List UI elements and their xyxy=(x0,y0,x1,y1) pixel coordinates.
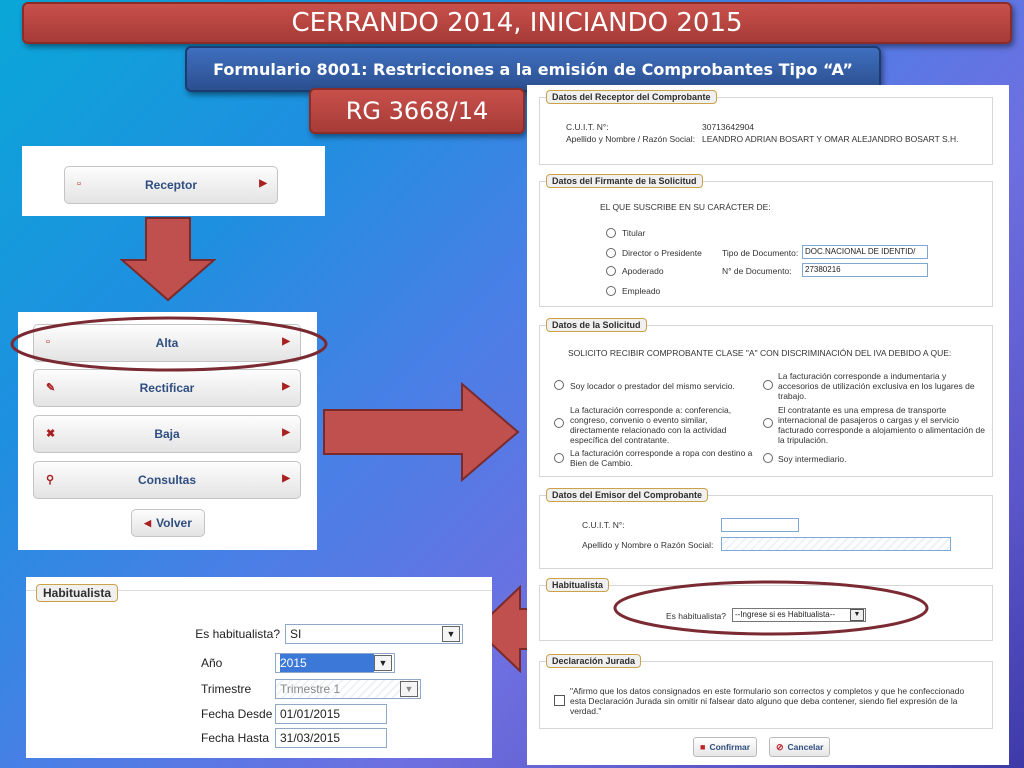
rectificar-button[interactable]: ✎ Rectificar ▶ xyxy=(33,369,301,407)
tipo-doc-label: Tipo de Documento: xyxy=(722,248,799,258)
opt3-radio[interactable] xyxy=(554,418,564,428)
baja-button[interactable]: ✖ Baja ▶ xyxy=(33,415,301,453)
receptor-button-label: Receptor xyxy=(144,178,197,192)
document-icon: ▫ xyxy=(77,178,81,190)
habitualista-panel: Habitualista Es habitualista? SI ▼ Año 2… xyxy=(26,577,492,758)
receptor-fieldset: Datos del Receptor del Comprobante C.U.I… xyxy=(539,90,993,165)
es-habitualista-label: Es habitualista? xyxy=(195,627,280,641)
right-arrow xyxy=(323,382,520,482)
anio-label: Año xyxy=(201,656,223,670)
receptor-nombre-label: Apellido y Nombre / Razón Social: xyxy=(566,134,695,144)
opt4-label: El contratante es una empresa de transpo… xyxy=(778,405,985,445)
confirmar-label: Confirmar xyxy=(709,742,751,752)
opt2-label: La facturación corresponde a indumentari… xyxy=(778,371,975,401)
director-radio[interactable] xyxy=(606,248,616,258)
chevron-down-icon: ▼ xyxy=(442,626,460,642)
consultas-label: Consultas xyxy=(137,473,196,487)
opt4-radio[interactable] xyxy=(763,418,773,428)
emisor-cuit-label: C.U.I.T. N°: xyxy=(582,520,625,530)
habitualista-form-legend: Habitualista xyxy=(546,578,610,592)
emisor-fieldset: Datos del Emisor del Comprobante C.U.I.T… xyxy=(539,488,993,569)
save-icon: ■ xyxy=(700,742,706,752)
habitualista-legend: Habitualista xyxy=(36,584,119,602)
opt6-radio[interactable] xyxy=(763,453,773,463)
opt5-label: La facturación corresponde a ropa con de… xyxy=(570,448,753,468)
opt6-label: Soy intermediario. xyxy=(778,454,847,464)
empleado-radio[interactable] xyxy=(606,286,616,296)
alta-highlight-ellipse xyxy=(10,316,328,372)
cancelar-label: Cancelar xyxy=(787,742,824,752)
emisor-nombre-label: Apellido y Nombre o Razón Social: xyxy=(582,540,714,550)
opt1-radio[interactable] xyxy=(554,380,564,390)
chevron-left-icon: ◀ xyxy=(144,517,152,528)
emisor-cuit-input[interactable] xyxy=(721,518,799,532)
pencil-icon: ✎ xyxy=(46,382,56,394)
cancelar-button[interactable]: ⊘ Cancelar xyxy=(769,737,831,757)
nro-doc-label: N° de Documento: xyxy=(722,266,792,276)
emisor-legend: Datos del Emisor del Comprobante xyxy=(546,488,709,502)
solicitud-fieldset: Datos de la Solicitud SOLICITO RECIBIR C… xyxy=(539,318,993,477)
firmante-intro: EL QUE SUSCRIBE EN SU CARÁCTER DE: xyxy=(600,202,771,212)
confirmar-button[interactable]: ■ Confirmar xyxy=(693,737,758,757)
opt1-label: Soy locador o prestador del mismo servic… xyxy=(570,381,735,391)
opt5-radio[interactable] xyxy=(554,453,564,463)
apoderado-label: Apoderado xyxy=(622,266,664,276)
solicitud-intro: SOLICITO RECIBIR COMPROBANTE CLASE "A" C… xyxy=(568,348,952,358)
rg-banner: RG 3668/14 xyxy=(309,88,525,134)
firmante-legend: Datos del Firmante de la Solicitud xyxy=(546,174,703,188)
fecha-desde-input[interactable]: 01/01/2015 xyxy=(275,704,387,724)
receptor-legend: Datos del Receptor del Comprobante xyxy=(546,90,717,104)
chevron-down-icon: ▼ xyxy=(374,655,392,671)
chevron-down-icon: ▼ xyxy=(400,681,418,697)
anio-value: 2015 xyxy=(280,654,374,672)
titular-label: Titular xyxy=(622,228,646,238)
titular-radio[interactable] xyxy=(606,228,616,238)
fecha-hasta-label: Fecha Hasta xyxy=(201,731,270,745)
chevron-right-icon: ▶ xyxy=(282,427,290,438)
apoderado-radio[interactable] xyxy=(606,266,616,276)
rectificar-label: Rectificar xyxy=(139,381,195,395)
opt2-radio[interactable] xyxy=(763,380,773,390)
x-icon: ✖ xyxy=(46,428,56,440)
consultas-button[interactable]: ⚲ Consultas ▶ xyxy=(33,461,301,499)
tipo-doc-input[interactable]: DOC.NACIONAL DE IDENTID/ xyxy=(802,245,928,259)
declaracion-checkbox[interactable] xyxy=(554,695,565,706)
cancel-icon: ⊘ xyxy=(776,741,784,752)
solicitud-legend: Datos de la Solicitud xyxy=(546,318,647,332)
receptor-nombre-value: LEANDRO ADRIAN BOSART Y OMAR ALEJANDRO B… xyxy=(702,134,959,144)
es-habitualista-value: SI xyxy=(290,627,302,641)
fecha-hasta-input[interactable]: 31/03/2015 xyxy=(275,728,387,748)
director-label: Director o Presidente xyxy=(622,248,702,258)
emisor-nombre-input[interactable] xyxy=(721,537,951,551)
opt3-label: La facturación corresponde a: conferenci… xyxy=(570,405,732,445)
nro-doc-input[interactable]: 27380216 xyxy=(802,263,928,277)
page-title: CERRANDO 2014, INICIANDO 2015 xyxy=(22,2,1012,44)
habitualista-highlight-ellipse xyxy=(613,580,929,636)
receptor-button[interactable]: ▫ Receptor ▶ xyxy=(64,166,278,204)
declaracion-text: "Afirmo que los datos consignados en est… xyxy=(570,686,965,716)
receptor-cuit-label: C.U.I.T. N°: xyxy=(566,122,609,132)
volver-button[interactable]: ◀ Volver xyxy=(131,509,205,537)
fecha-desde-label: Fecha Desde xyxy=(201,707,273,721)
chevron-right-icon: ▶ xyxy=(282,381,290,392)
trimestre-value: Trimestre 1 xyxy=(280,682,341,696)
declaracion-legend: Declaración Jurada xyxy=(546,654,642,668)
receptor-panel: ▫ Receptor ▶ xyxy=(22,146,325,216)
chevron-right-icon: ▶ xyxy=(259,178,267,189)
chevron-right-icon: ▶ xyxy=(282,473,290,484)
trimestre-select[interactable]: Trimestre 1 ▼ xyxy=(275,679,421,699)
declaracion-fieldset: Declaración Jurada "Afirmo que los datos… xyxy=(539,654,993,729)
down-arrow xyxy=(120,217,216,302)
anio-select[interactable]: 2015 ▼ xyxy=(275,653,395,673)
es-habitualista-select[interactable]: SI ▼ xyxy=(285,624,463,644)
magnifier-icon: ⚲ xyxy=(46,474,55,486)
receptor-cuit-value: 30713642904 xyxy=(702,122,755,132)
empleado-label: Empleado xyxy=(622,286,661,296)
baja-label: Baja xyxy=(154,427,180,441)
form-panel: Datos del Receptor del Comprobante C.U.I… xyxy=(527,85,1009,765)
firmante-fieldset: Datos del Firmante de la Solicitud EL QU… xyxy=(539,174,993,307)
trimestre-label: Trimestre xyxy=(201,682,252,696)
volver-label: Volver xyxy=(156,516,192,530)
